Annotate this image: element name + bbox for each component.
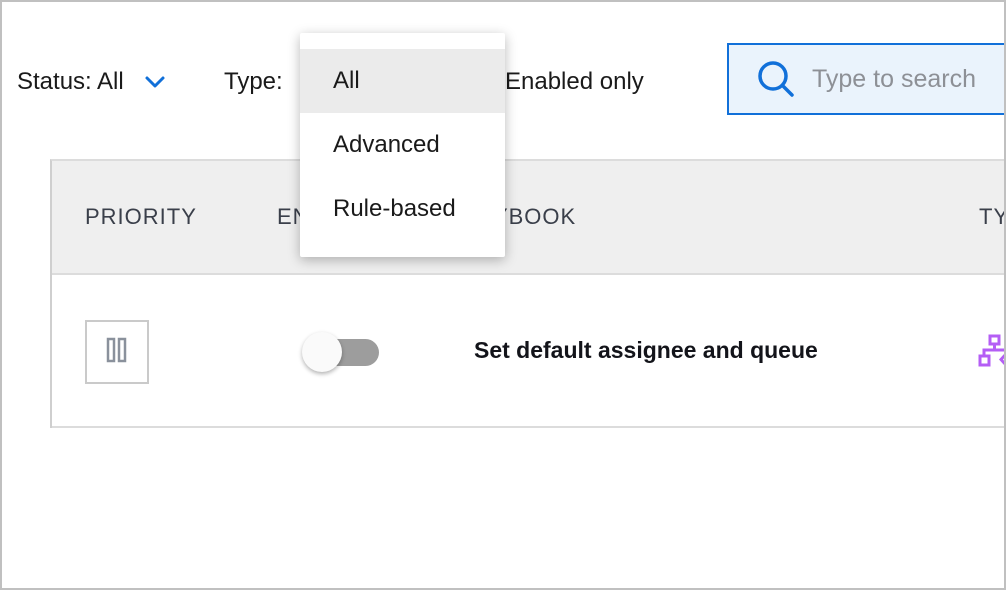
- priority-drag-handle[interactable]: [85, 320, 149, 384]
- status-filter[interactable]: Status: All: [17, 64, 166, 100]
- enabled-only-filter[interactable]: Enabled only: [505, 64, 644, 100]
- type-option-all[interactable]: All: [300, 49, 505, 113]
- search-icon: [756, 59, 796, 99]
- type-dropdown-menu: All Advanced Rule-based: [300, 33, 505, 257]
- column-header-type[interactable]: TYPE: [979, 201, 1004, 233]
- toggle-knob: [302, 332, 342, 372]
- column-header-priority[interactable]: PRIORITY: [85, 201, 197, 233]
- chevron-down-icon[interactable]: [144, 64, 166, 100]
- playbooks-table: PRIORITY ENABLED PLAYBOOK TYPE Set defau…: [50, 159, 1004, 428]
- workflow-icon: [978, 334, 1004, 368]
- enabled-only-label: Enabled only: [505, 68, 644, 95]
- status-filter-label: Status: All: [17, 68, 124, 95]
- type-filter[interactable]: Type:: [224, 64, 283, 100]
- type-option-advanced[interactable]: Advanced: [300, 113, 505, 177]
- search-input[interactable]: [812, 64, 1004, 94]
- type-option-rule-based[interactable]: Rule-based: [300, 177, 505, 241]
- drag-handle-icon: [106, 337, 128, 368]
- table-row[interactable]: Set default assignee and queue: [52, 275, 1004, 428]
- playbook-name[interactable]: Set default assignee and queue: [474, 333, 818, 367]
- type-filter-label: Type:: [224, 68, 283, 95]
- app-frame: Status: All Type: Enabled only PRIORITY …: [0, 0, 1004, 590]
- table-header: PRIORITY ENABLED PLAYBOOK TYPE: [52, 161, 1004, 275]
- search-box[interactable]: [727, 43, 1004, 115]
- enabled-toggle[interactable]: [302, 332, 380, 372]
